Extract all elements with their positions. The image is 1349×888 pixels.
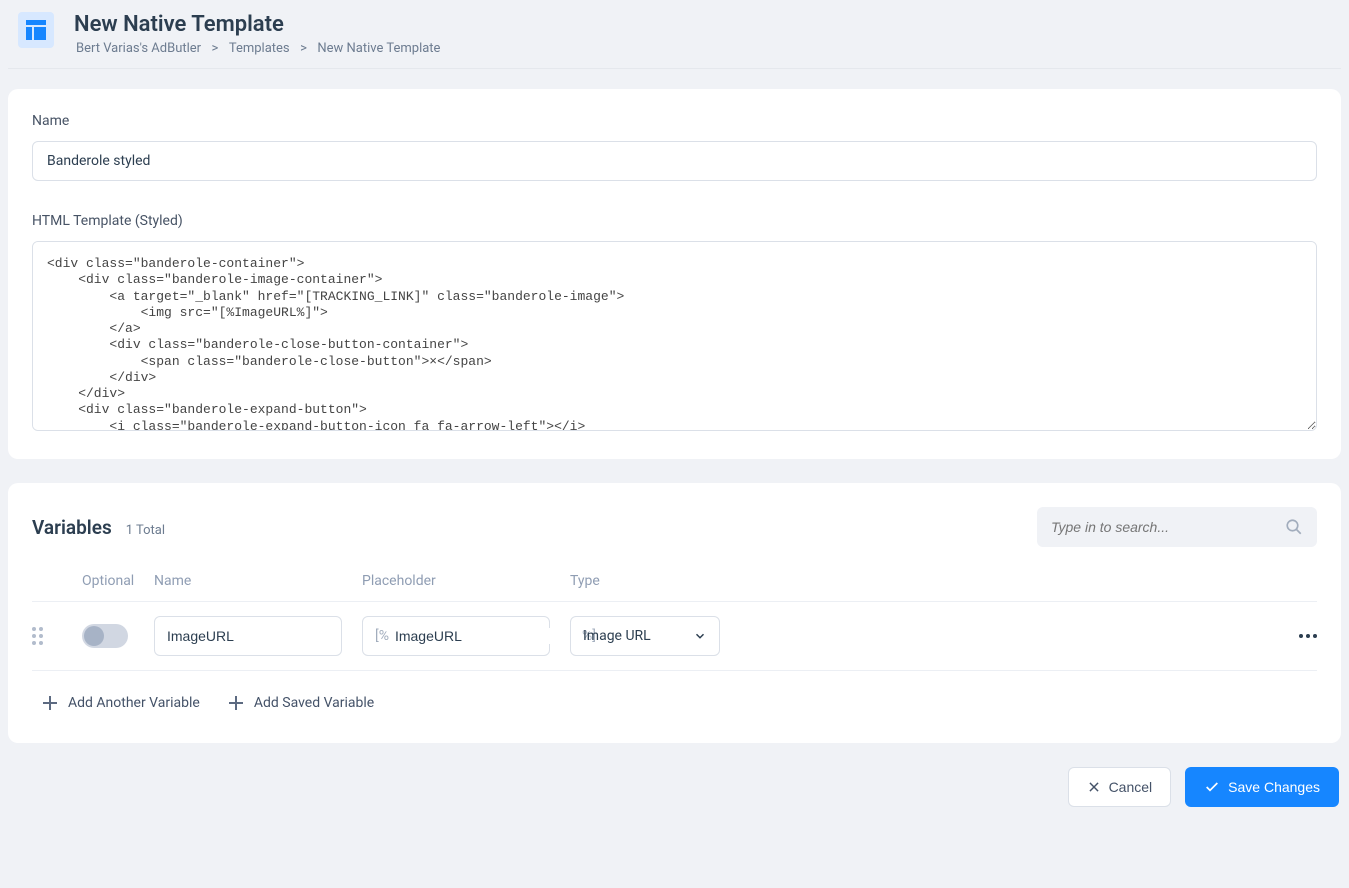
template-form-panel: Name HTML Template (Styled) <div class="… xyxy=(8,89,1341,459)
close-icon xyxy=(1087,780,1101,794)
cancel-button[interactable]: Cancel xyxy=(1068,767,1172,807)
search-input[interactable] xyxy=(1051,519,1285,535)
breadcrumb: Bert Varias's AdButler > Templates > New… xyxy=(74,41,442,56)
breadcrumb-item[interactable]: Templates xyxy=(229,41,290,56)
placeholder-prefix: [% xyxy=(375,628,389,644)
col-type: Type xyxy=(570,573,740,589)
row-more-icon[interactable] xyxy=(1277,634,1317,638)
variables-title: Variables xyxy=(32,516,112,539)
variable-type-value: Image URL xyxy=(583,628,651,644)
template-app-icon xyxy=(18,12,54,48)
breadcrumb-item[interactable]: Bert Varias's AdButler xyxy=(76,41,201,56)
variable-name-input[interactable] xyxy=(154,616,342,656)
variable-type-select[interactable]: Image URL xyxy=(570,616,720,656)
add-saved-variable-button[interactable]: Add Saved Variable xyxy=(228,695,374,711)
check-icon xyxy=(1204,779,1220,795)
page-title: New Native Template xyxy=(74,12,442,37)
variables-panel: Variables 1 Total Optional Name Placehol… xyxy=(8,483,1341,743)
col-optional: Optional xyxy=(82,573,154,589)
page-header: New Native Template Bert Varias's AdButl… xyxy=(8,8,1341,69)
html-template-label: HTML Template (Styled) xyxy=(32,213,1317,229)
page-footer: Cancel Save Changes xyxy=(8,767,1341,815)
name-input[interactable] xyxy=(32,141,1317,181)
variables-table-header: Optional Name Placeholder Type xyxy=(32,565,1317,602)
search-icon xyxy=(1285,518,1303,536)
col-placeholder: Placeholder xyxy=(362,573,570,589)
variables-count: 1 Total xyxy=(126,523,165,538)
col-name: Name xyxy=(154,573,362,589)
optional-toggle[interactable] xyxy=(82,624,128,648)
plus-icon xyxy=(228,695,244,711)
cancel-label: Cancel xyxy=(1109,779,1153,795)
add-another-label: Add Another Variable xyxy=(68,695,200,711)
variable-placeholder-input-wrap[interactable]: [% %] xyxy=(362,616,550,656)
chevron-down-icon xyxy=(693,629,707,643)
add-saved-label: Add Saved Variable xyxy=(254,695,374,711)
variables-search[interactable] xyxy=(1037,507,1317,547)
variable-placeholder-input[interactable] xyxy=(389,628,582,644)
variable-row: [% %] Image URL xyxy=(32,602,1317,671)
drag-handle-icon[interactable] xyxy=(32,627,48,645)
breadcrumb-item: New Native Template xyxy=(317,41,440,56)
name-label: Name xyxy=(32,113,1317,129)
html-template-textarea[interactable]: <div class="banderole-container"> <div c… xyxy=(32,241,1317,431)
add-another-variable-button[interactable]: Add Another Variable xyxy=(42,695,200,711)
save-label: Save Changes xyxy=(1228,779,1320,795)
plus-icon xyxy=(42,695,58,711)
save-button[interactable]: Save Changes xyxy=(1185,767,1339,807)
